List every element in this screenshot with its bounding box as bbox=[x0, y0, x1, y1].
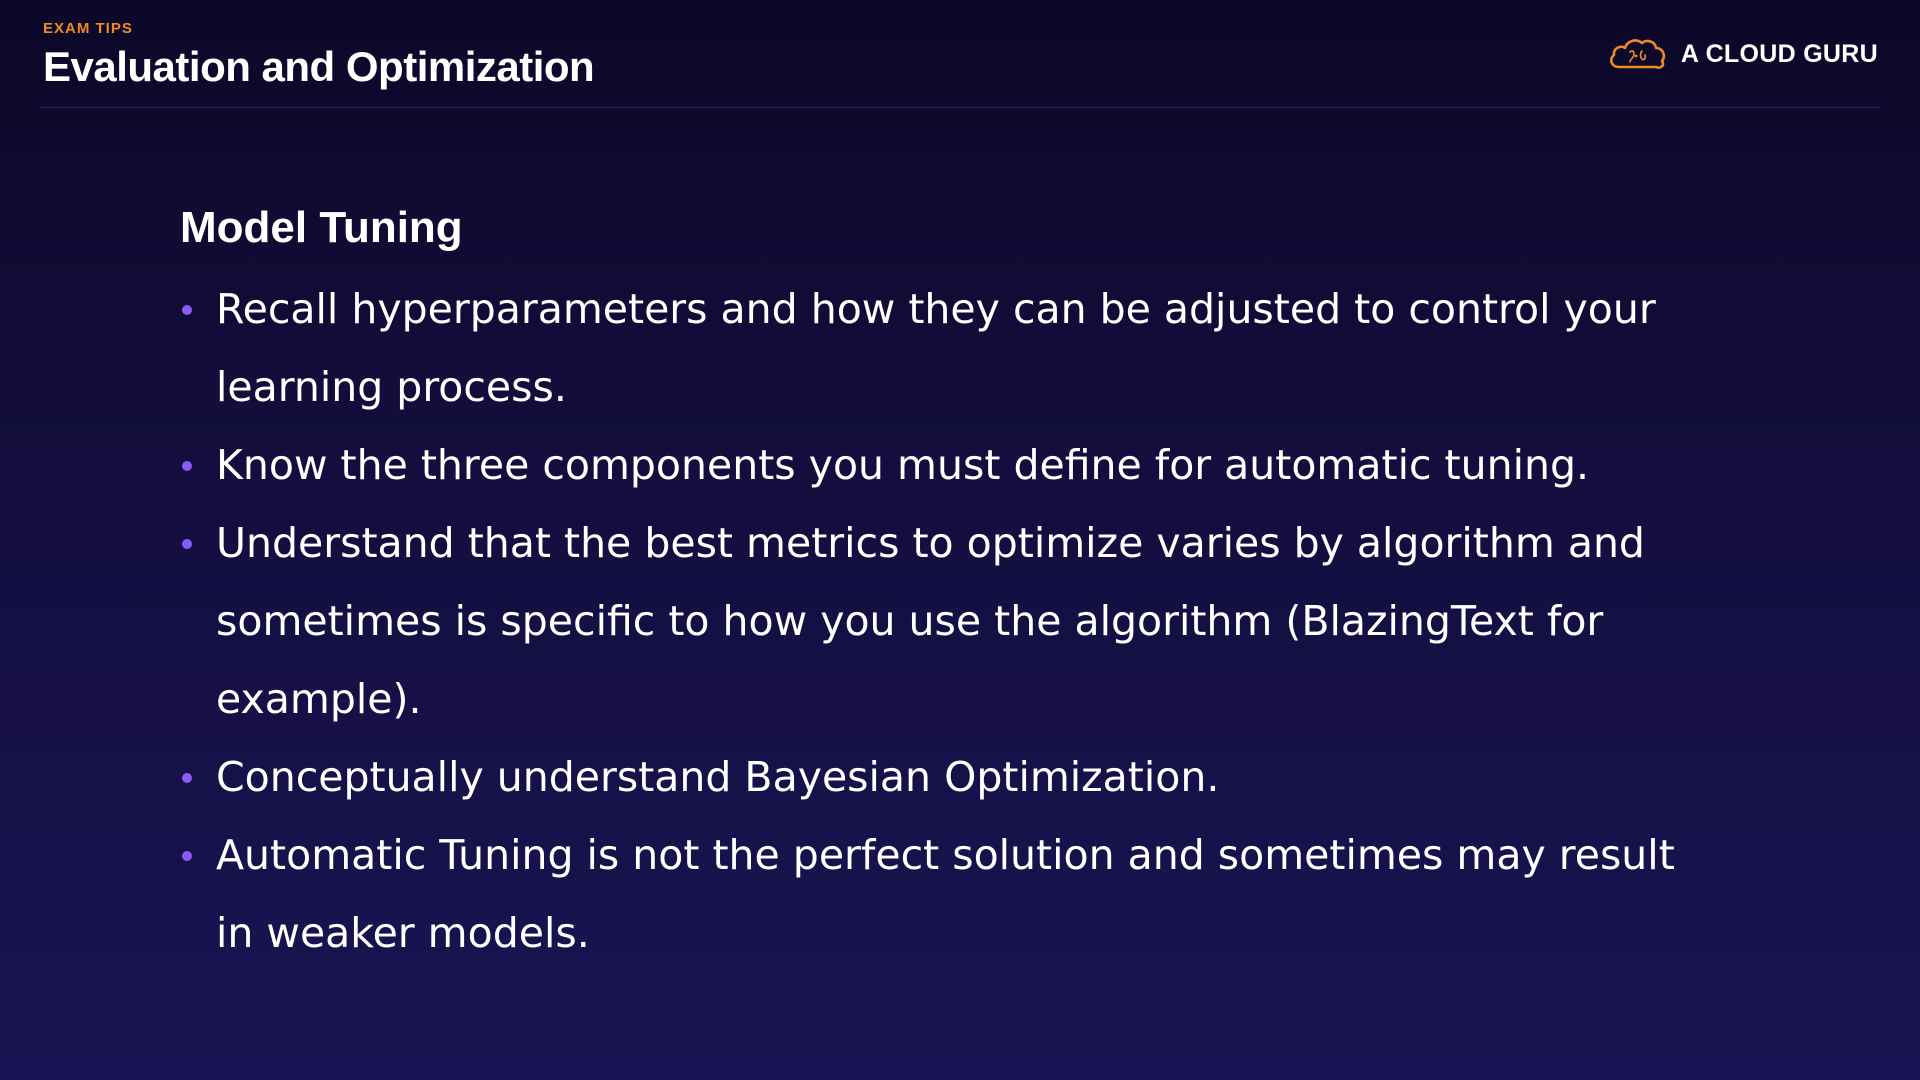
section-heading: Model Tuning bbox=[180, 203, 463, 252]
bullet-text: Automatic Tuning is not the perfect solu… bbox=[216, 831, 1675, 957]
bullet-list: Recall hyperparameters and how they can … bbox=[180, 270, 1680, 972]
page-title: Evaluation and Optimization bbox=[43, 43, 595, 90]
bullet-dot-icon bbox=[182, 773, 192, 783]
bullet-dot-icon bbox=[182, 461, 192, 471]
bullet-text: Recall hyperparameters and how they can … bbox=[216, 285, 1656, 411]
bullet-dot-icon bbox=[182, 851, 192, 861]
bullet-dot-icon bbox=[182, 305, 192, 315]
slide-header: EXAM TIPS Evaluation and Optimization bbox=[43, 20, 595, 90]
bullet-item: Recall hyperparameters and how they can … bbox=[180, 270, 1680, 426]
slide-content: Model Tuning Recall hyperparameters and … bbox=[180, 200, 1680, 972]
bullet-text: Understand that the best metrics to opti… bbox=[216, 519, 1645, 723]
header-divider bbox=[40, 107, 1880, 108]
bullet-text: Know the three components you must defin… bbox=[216, 441, 1590, 489]
brand-name: A CLOUD GURU bbox=[1680, 39, 1878, 68]
bullet-item: Automatic Tuning is not the perfect solu… bbox=[180, 816, 1680, 972]
cloud-guru-logo-icon bbox=[1609, 39, 1665, 69]
brand-logo: A CLOUD GURU bbox=[1605, 34, 1878, 74]
bullet-item: Know the three components you must defin… bbox=[180, 426, 1680, 504]
bullet-item: Conceptually understand Bayesian Optimiz… bbox=[180, 738, 1680, 816]
eyebrow-label: EXAM TIPS bbox=[43, 20, 133, 37]
bullet-dot-icon bbox=[182, 539, 192, 549]
bullet-item: Understand that the best metrics to opti… bbox=[180, 504, 1680, 738]
bullet-text: Conceptually understand Bayesian Optimiz… bbox=[216, 753, 1220, 801]
